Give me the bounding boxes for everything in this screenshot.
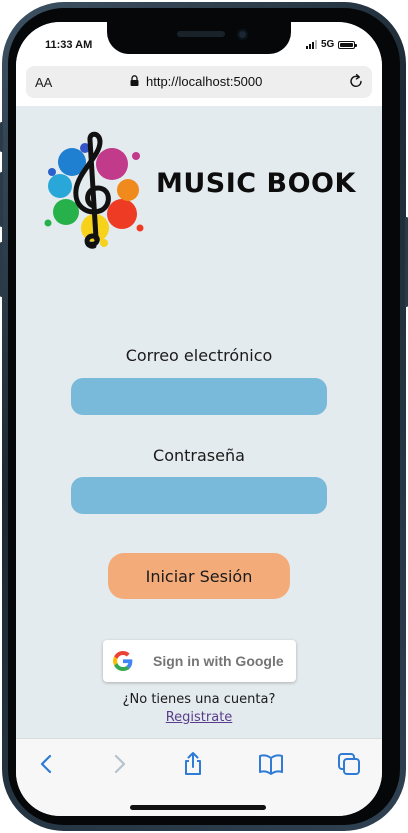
phone-screen: 11:33 AM 5G AA http://localhost:5000 MUS…: [16, 22, 382, 816]
register-link[interactable]: Registrate: [166, 710, 233, 725]
register-row: Registrate: [16, 710, 382, 725]
browser-address-area: AA http://localhost:5000: [16, 64, 382, 106]
password-label: Contraseña: [153, 446, 245, 465]
tabs-icon[interactable]: [336, 751, 362, 777]
camera-icon: [237, 29, 248, 40]
address-bar[interactable]: AA http://localhost:5000: [26, 66, 372, 98]
email-label: Correo electrónico: [125, 346, 273, 365]
status-indicators: 5G: [306, 39, 358, 50]
reload-icon[interactable]: [348, 73, 364, 89]
google-icon: [113, 651, 133, 671]
battery-icon: [338, 40, 358, 49]
back-icon[interactable]: [34, 751, 60, 777]
app-brand: MUSIC BOOK: [156, 168, 356, 199]
google-button-label: Sign in with Google: [153, 653, 284, 669]
status-time: 11:33 AM: [45, 39, 93, 51]
no-account-text: ¿No tienes una cuenta?: [122, 692, 276, 707]
url-text[interactable]: http://localhost:5000: [146, 74, 262, 89]
signal-icon: [306, 40, 317, 49]
notch: [107, 22, 291, 54]
google-sign-in-button[interactable]: Sign in with Google: [103, 640, 296, 682]
volume-up-button: [0, 172, 3, 227]
speaker-grille: [177, 31, 225, 37]
share-icon[interactable]: [180, 751, 206, 777]
email-field[interactable]: [71, 378, 327, 415]
network-type: 5G: [321, 39, 335, 50]
volume-down-button: [0, 242, 3, 297]
password-field[interactable]: [71, 477, 327, 514]
text-size-button[interactable]: AA: [35, 75, 52, 90]
forward-icon[interactable]: [106, 751, 132, 777]
mute-switch: [0, 122, 3, 152]
lock-icon: [130, 75, 139, 86]
login-page: MUSIC BOOK Correo electrónico Contraseña…: [16, 106, 382, 738]
browser-toolbar: [16, 738, 382, 816]
home-indicator[interactable]: [130, 805, 266, 810]
bookmarks-icon[interactable]: [258, 751, 284, 777]
login-button[interactable]: Iniciar Sesión: [108, 553, 290, 599]
treble-clef-logo: [44, 131, 144, 249]
